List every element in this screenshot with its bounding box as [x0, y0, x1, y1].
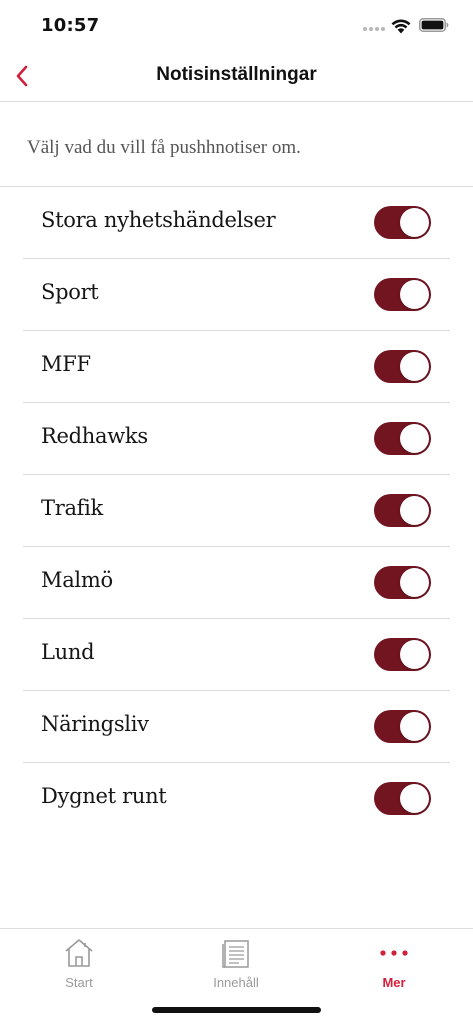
setting-row-malmo: Malmö — [23, 547, 450, 619]
newspaper-icon — [222, 940, 249, 968]
setting-row-trafik: Trafik — [23, 475, 450, 547]
tab-innehall[interactable]: Innehåll — [176, 935, 296, 995]
wifi-icon — [391, 19, 411, 34]
toggle-redhawks[interactable] — [374, 422, 431, 455]
toggle-lund[interactable] — [374, 638, 431, 671]
tab-label: Mer — [382, 975, 406, 990]
toggle-mff[interactable] — [374, 350, 431, 383]
setting-row-stora-nyhetshandelser: Stora nyhetshändelser — [23, 187, 450, 259]
toggle-knob — [400, 640, 429, 669]
more-dots-icon — [380, 950, 408, 956]
toggle-knob — [400, 496, 429, 525]
signal-dots-icon — [363, 27, 385, 33]
home-indicator — [152, 1007, 321, 1013]
toggle-knob — [400, 712, 429, 741]
setting-label: Dygnet runt — [41, 784, 167, 808]
battery-icon — [419, 18, 449, 32]
setting-row-mff: MFF — [23, 331, 450, 403]
status-time: 10:57 — [41, 15, 100, 36]
toggle-knob — [400, 208, 429, 237]
setting-label: Sport — [41, 280, 99, 304]
page-title: Notisinställningar — [156, 64, 317, 85]
toggle-trafik[interactable] — [374, 494, 431, 527]
setting-row-sport: Sport — [23, 259, 450, 331]
toggle-dygnet-runt[interactable] — [374, 782, 431, 815]
setting-label: Lund — [41, 640, 95, 664]
tab-start[interactable]: Start — [19, 935, 139, 995]
setting-label: Redhawks — [41, 424, 148, 448]
toggle-malmo[interactable] — [374, 566, 431, 599]
setting-row-dygnet-runt: Dygnet runt — [23, 763, 450, 834]
status-bar: 10:57 — [0, 0, 473, 50]
setting-row-redhawks: Redhawks — [23, 403, 450, 475]
tab-label: Innehåll — [213, 975, 259, 990]
toggle-stora-nyhetshandelser[interactable] — [374, 206, 431, 239]
toggle-knob — [400, 568, 429, 597]
toggle-knob — [400, 424, 429, 453]
intro-text: Välj vad du vill få pushhnotiser om. — [27, 137, 301, 158]
toggle-knob — [400, 280, 429, 309]
setting-row-naringsliv: Näringsliv — [23, 691, 450, 763]
toggle-knob — [400, 352, 429, 381]
setting-label: MFF — [41, 352, 91, 376]
tab-label: Start — [65, 975, 93, 990]
house-icon — [65, 939, 93, 967]
toggle-knob — [400, 784, 429, 813]
nav-bar: Notisinställningar — [0, 50, 473, 102]
toggle-sport[interactable] — [374, 278, 431, 311]
tab-mer[interactable]: Mer — [334, 935, 454, 995]
settings-list: Stora nyhetshändelser Sport MFF Redhawks… — [23, 187, 450, 834]
setting-label: Malmö — [41, 568, 113, 592]
setting-label: Stora nyhetshändelser — [41, 208, 276, 232]
toggle-naringsliv[interactable] — [374, 710, 431, 743]
setting-label: Näringsliv — [41, 712, 149, 736]
setting-label: Trafik — [41, 496, 103, 520]
setting-row-lund: Lund — [23, 619, 450, 691]
